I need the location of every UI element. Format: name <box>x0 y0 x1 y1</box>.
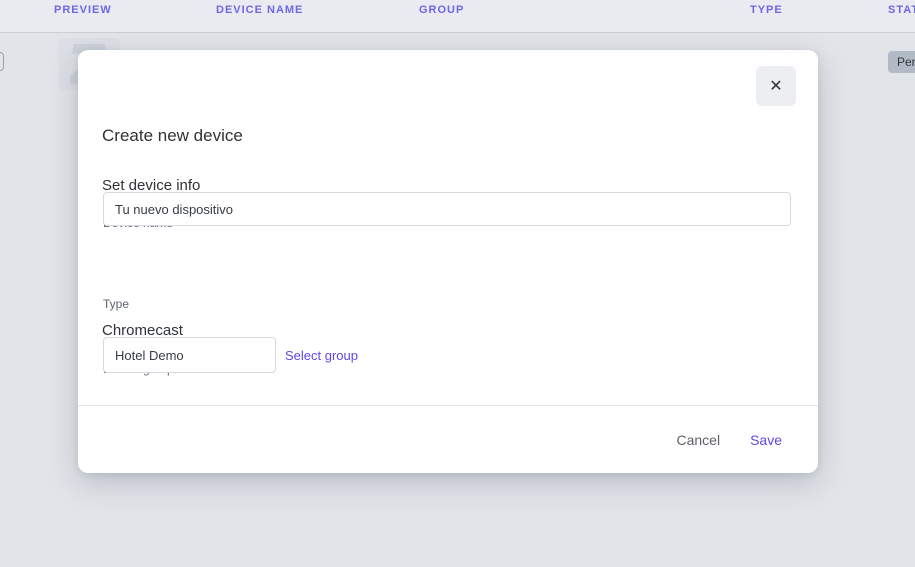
table-header: PREVIEW DEVICE NAME GROUP TYPE STATUS <box>0 0 915 33</box>
column-header-device-name[interactable]: DEVICE NAME <box>216 4 303 16</box>
column-header-type[interactable]: TYPE <box>750 4 783 16</box>
column-header-group[interactable]: GROUP <box>419 4 464 16</box>
close-icon: ✕ <box>769 76 782 96</box>
row-checkbox[interactable] <box>0 52 4 71</box>
select-group-link[interactable]: Select group <box>285 348 358 363</box>
device-name-input[interactable] <box>103 192 791 226</box>
create-device-modal: Create new device ✕ Set device info Devi… <box>78 50 818 473</box>
save-button[interactable]: Save <box>742 426 790 454</box>
column-header-preview[interactable]: PREVIEW <box>54 4 112 16</box>
status-badge: Pending <box>888 51 915 73</box>
type-label: Type <box>103 297 129 311</box>
cancel-button[interactable]: Cancel <box>668 426 728 454</box>
column-header-status[interactable]: STATUS <box>888 4 915 16</box>
modal-title: Create new device <box>102 126 243 146</box>
close-button[interactable]: ✕ <box>756 66 796 106</box>
device-group-input[interactable] <box>103 337 276 373</box>
modal-footer: Cancel Save <box>78 406 818 473</box>
